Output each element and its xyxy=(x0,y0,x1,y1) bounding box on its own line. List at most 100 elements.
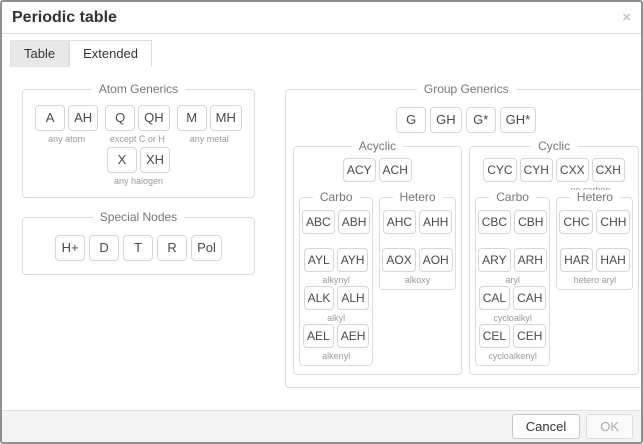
special-nodes-row: H+ D T R Pol xyxy=(23,218,254,274)
button-acy[interactable]: ACY xyxy=(343,158,376,182)
no-carbon-group: CXX CXH no carbon xyxy=(556,158,625,196)
button-d[interactable]: D xyxy=(89,235,119,261)
any-metal-group: M MH any metal xyxy=(177,105,242,145)
button-ayl[interactable]: AYL xyxy=(304,248,334,272)
button-chc[interactable]: CHC xyxy=(559,210,593,234)
button-gh[interactable]: GH xyxy=(430,107,462,133)
cyclic-top-row: CYC CYH CXX CXH no carbon xyxy=(475,147,634,196)
cyclic-carbo-rows: CBC CBH ARY ARH xyxy=(476,198,550,365)
button-ah[interactable]: AH xyxy=(68,105,98,131)
button-aox[interactable]: AOX xyxy=(382,248,415,272)
button-g[interactable]: G xyxy=(396,107,426,133)
dialog-title: Periodic table xyxy=(12,9,117,26)
button-xh[interactable]: XH xyxy=(140,147,170,173)
acyclic-carbo-rows: ABC ABH AYL AYH xyxy=(300,198,372,365)
acyclic-hetero-rows: AHC AHH AOX AOH xyxy=(380,198,454,289)
button-q[interactable]: Q xyxy=(105,105,135,131)
caption-alkynyl: alkynyl xyxy=(322,275,350,286)
button-pair: AEL AEH xyxy=(303,324,369,348)
button-ceh[interactable]: CEH xyxy=(513,324,546,348)
button-cel[interactable]: CEL xyxy=(479,324,510,348)
button-arh[interactable]: ARH xyxy=(514,248,547,272)
special-nodes-section: Special Nodes H+ D T R Pol xyxy=(22,217,255,275)
cyclic-hetero-rows: CHC CHH HAR HAH xyxy=(557,198,632,289)
button-m[interactable]: M xyxy=(177,105,207,131)
button-mh[interactable]: MH xyxy=(210,105,242,131)
right-column: Group Generics G GH G* GH* Acyclic ACY xyxy=(285,89,643,388)
button-pair: CBC CBH xyxy=(478,210,548,234)
cancel-button[interactable]: Cancel xyxy=(512,414,580,439)
cyc-group: CYC CYH xyxy=(483,158,553,196)
button-cxh[interactable]: CXH xyxy=(592,158,625,182)
close-icon[interactable]: × xyxy=(622,10,631,25)
button-pair: AHC AHH xyxy=(383,210,453,234)
button-hah[interactable]: HAH xyxy=(596,248,629,272)
button-pair: HAR HAH xyxy=(560,248,630,272)
acyclic-columns: Carbo ABC ABH xyxy=(299,197,456,366)
button-ahc[interactable]: AHC xyxy=(383,210,416,234)
button-gh-star[interactable]: GH* xyxy=(500,107,537,133)
caption-hetero-aryl: hetero aryl xyxy=(574,275,617,286)
button-aeh[interactable]: AEH xyxy=(337,324,370,348)
button-pair: CHC CHH xyxy=(559,210,630,234)
dialog-body: Atom Generics A AH any atom Q QH xyxy=(2,67,641,410)
button-ary[interactable]: ARY xyxy=(478,248,510,272)
button-cal[interactable]: CAL xyxy=(479,286,510,310)
button-pol[interactable]: Pol xyxy=(191,235,222,261)
button-abh[interactable]: ABH xyxy=(338,210,371,234)
button-cyc[interactable]: CYC xyxy=(483,158,516,182)
group-generics-row: G GH G* GH* xyxy=(293,90,639,146)
periodic-table-dialog: Periodic table × Table Extended Atom Gen… xyxy=(0,0,643,444)
button-har[interactable]: HAR xyxy=(560,248,593,272)
button-g-star[interactable]: G* xyxy=(466,107,496,133)
button-ach[interactable]: ACH xyxy=(379,158,412,182)
any-halogen-group: X XH any halogen xyxy=(107,147,170,187)
cyclic-section: Cyclic CYC CYH CXX xyxy=(469,146,640,375)
caption-no-carbon: no carbon xyxy=(570,185,610,196)
left-column: Atom Generics A AH any atom Q QH xyxy=(22,89,255,275)
button-cyh[interactable]: CYH xyxy=(520,158,553,182)
cbc-group: CBC CBH xyxy=(478,210,548,248)
button-a[interactable]: A xyxy=(35,105,65,131)
button-r[interactable]: R xyxy=(157,235,187,261)
ok-button[interactable]: OK xyxy=(586,414,633,439)
acyclic-carbo-section: Carbo ABC ABH xyxy=(299,197,373,366)
acyclic-top-row: ACY ACH xyxy=(299,147,456,196)
caption-any-atom: any atom xyxy=(48,134,85,145)
alkynyl-group: AYL AYH alkynyl xyxy=(304,248,369,286)
caption-aryl: aryl xyxy=(505,275,520,286)
group-generics-section: Group Generics G GH G* GH* Acyclic ACY xyxy=(285,89,643,388)
atom-generics-row-1: A AH any atom Q QH except C or H xyxy=(23,90,254,145)
button-h-plus[interactable]: H+ xyxy=(55,235,85,261)
button-x[interactable]: X xyxy=(107,147,137,173)
button-alh[interactable]: ALH xyxy=(337,286,368,310)
button-ahh[interactable]: AHH xyxy=(419,210,452,234)
caption-alkyl: alkyl xyxy=(327,313,345,324)
atom-generics-row-2: X XH any halogen xyxy=(23,145,254,197)
button-abc[interactable]: ABC xyxy=(302,210,335,234)
group-generics-columns: Acyclic ACY ACH xyxy=(293,146,639,375)
alkoxy-group: AOX AOH alkoxy xyxy=(382,248,452,286)
button-cxx[interactable]: CXX xyxy=(556,158,589,182)
button-ael[interactable]: AEL xyxy=(303,324,334,348)
button-t[interactable]: T xyxy=(123,235,153,261)
cyclic-hetero-section: Hetero CHC CHH xyxy=(556,197,633,290)
button-ayh[interactable]: AYH xyxy=(337,248,369,272)
button-cbh[interactable]: CBH xyxy=(514,210,547,234)
button-pair: CAL CAH xyxy=(479,286,547,310)
button-cbc[interactable]: CBC xyxy=(478,210,511,234)
button-chh[interactable]: CHH xyxy=(596,210,630,234)
hetero-aryl-group: HAR HAH hetero aryl xyxy=(560,248,630,286)
button-qh[interactable]: QH xyxy=(138,105,170,131)
acyclic-hetero-section: Hetero AHC AHH xyxy=(379,197,455,290)
button-cah[interactable]: CAH xyxy=(513,286,546,310)
alkenyl-group: AEL AEH alkenyl xyxy=(303,324,369,362)
button-pair: AOX AOH xyxy=(382,248,452,272)
caption-cycloalkyl: cycloalkyl xyxy=(493,313,532,324)
tab-table[interactable]: Table xyxy=(10,40,69,67)
tab-extended[interactable]: Extended xyxy=(69,40,152,67)
cyclic-carbo-section: Carbo CBC CBH xyxy=(475,197,551,366)
button-aoh[interactable]: AOH xyxy=(419,248,453,272)
button-alk[interactable]: ALK xyxy=(304,286,335,310)
caption-alkenyl: alkenyl xyxy=(322,351,350,362)
